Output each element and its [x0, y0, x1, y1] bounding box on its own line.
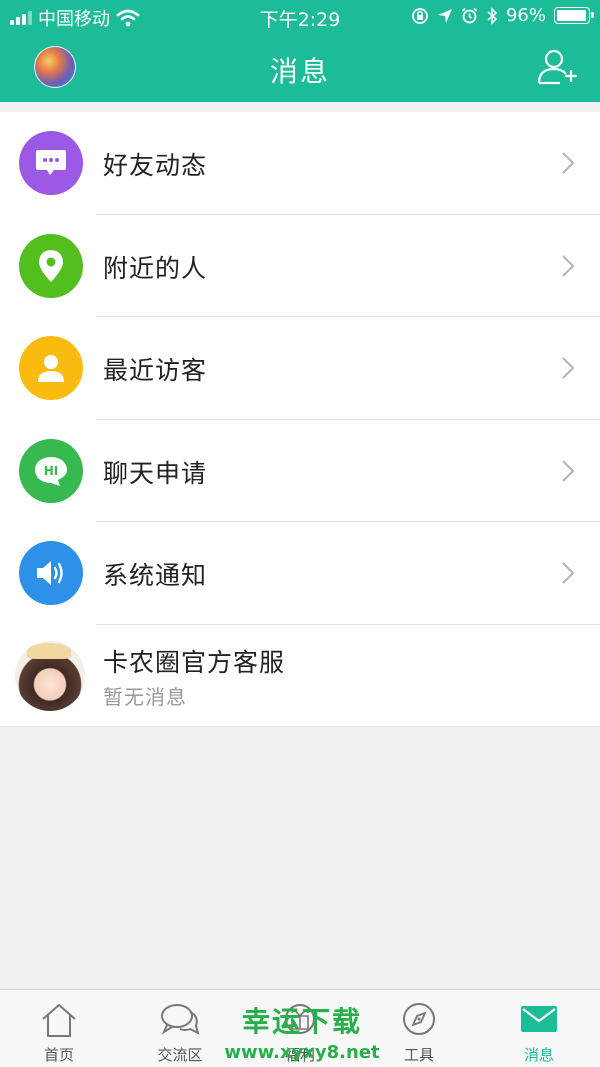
page-title: 消息 — [269, 55, 330, 88]
chevron-right-icon — [562, 459, 575, 482]
chevron-right-icon — [562, 357, 575, 379]
tab-forum[interactable]: 交流区 — [135, 1002, 225, 1065]
list-item-official-service[interactable]: 卡农圈官方客服 暂无消息 — [0, 625, 600, 727]
chevron-right-icon — [562, 562, 575, 584]
service-subtitle: 暂无消息 — [103, 684, 187, 709]
envelope-icon — [521, 1006, 557, 1032]
tab-welfare[interactable]: 福利 — [255, 1002, 345, 1065]
divider — [0, 726, 600, 727]
tab-label: 交流区 — [157, 1046, 203, 1064]
list-item-recent-visitors[interactable]: 最近访客 — [0, 317, 600, 420]
list-item-label: 最近访客 — [103, 356, 208, 385]
list-item-nearby[interactable]: 附近的人 — [0, 215, 600, 317]
tab-label: 消息 — [523, 1046, 554, 1064]
tab-messages[interactable]: 消息 — [494, 1002, 584, 1065]
orientation-lock-icon — [412, 7, 428, 24]
status-right: 96% — [411, 5, 594, 26]
tab-label: 工具 — [403, 1046, 434, 1064]
top-header: 中国移动 下午2:29 96% 消息 — [0, 0, 600, 102]
status-bar: 中国移动 下午2:29 96% — [0, 0, 600, 34]
chat-bubble-icon — [19, 131, 83, 195]
battery-icon — [554, 7, 594, 24]
list-item-label: 系统通知 — [103, 561, 208, 590]
hi-bubble-icon: HI — [19, 438, 83, 503]
chat-bubbles-icon — [161, 1004, 200, 1035]
battery-percent: 96% — [505, 5, 546, 26]
add-friend-icon[interactable] — [536, 48, 580, 86]
bottom-tab-bar: 首页 交流区 福利 工具 消息 — [0, 989, 600, 1067]
service-avatar — [15, 640, 85, 711]
home-icon — [42, 1004, 76, 1037]
chevron-right-icon — [562, 152, 575, 174]
message-list: 好友动态 附近的人 最近访客 HI 聊天申请 系统通知 卡农圈官方客服 暂无消息 — [0, 112, 600, 727]
person-icon — [19, 336, 83, 400]
tab-tools[interactable]: 工具 — [374, 1002, 464, 1065]
tab-label: 首页 — [43, 1046, 74, 1064]
list-item-chat-requests[interactable]: HI 聊天申请 — [0, 420, 600, 522]
location-pin-icon — [19, 233, 83, 298]
compass-icon — [403, 1003, 435, 1035]
svg-text:HI: HI — [44, 464, 59, 478]
gift-icon — [285, 1004, 315, 1034]
chevron-right-icon — [562, 254, 575, 277]
list-item-label: 聊天申请 — [103, 458, 208, 488]
list-item-label: 好友动态 — [103, 151, 208, 180]
bluetooth-icon — [487, 6, 498, 25]
list-item-label: 附近的人 — [103, 253, 208, 283]
tab-label: 福利 — [284, 1046, 315, 1064]
speaker-icon — [19, 541, 83, 605]
service-title: 卡农圈官方客服 — [103, 647, 286, 677]
tab-home[interactable]: 首页 — [14, 1002, 104, 1065]
list-item-system-notice[interactable]: 系统通知 — [0, 522, 600, 625]
list-item-friend-feed[interactable]: 好友动态 — [0, 112, 600, 215]
location-arrow-icon — [437, 8, 452, 23]
alarm-icon — [461, 7, 478, 24]
